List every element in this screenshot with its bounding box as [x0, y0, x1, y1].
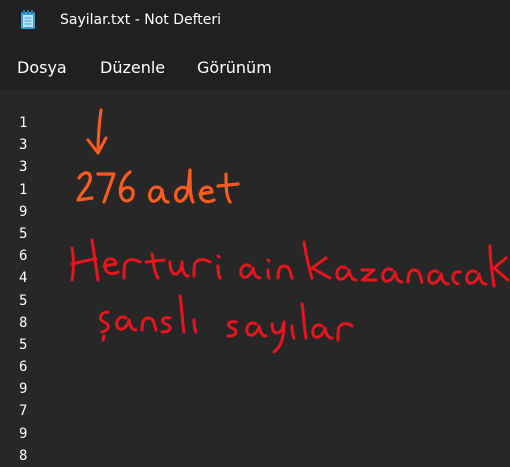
count-note-ink — [76, 168, 240, 204]
arrow-down-icon — [86, 108, 108, 155]
title-bar: Sayilar.txt - Not Defteri — [0, 0, 510, 40]
handwritten-annotations — [70, 108, 510, 354]
menu-file[interactable]: Dosya — [17, 40, 67, 90]
window-title: Sayilar.txt - Not Defteri — [60, 12, 222, 28]
menu-view[interactable]: Görünüm — [197, 40, 272, 90]
menu-edit[interactable]: Düzenle — [100, 40, 165, 90]
menu-bar: Dosya Düzenle Görünüm — [0, 40, 510, 90]
annotation-line-2-ink — [99, 294, 354, 354]
notepad-icon — [21, 10, 35, 29]
annotation-line-1-ink — [70, 238, 510, 288]
